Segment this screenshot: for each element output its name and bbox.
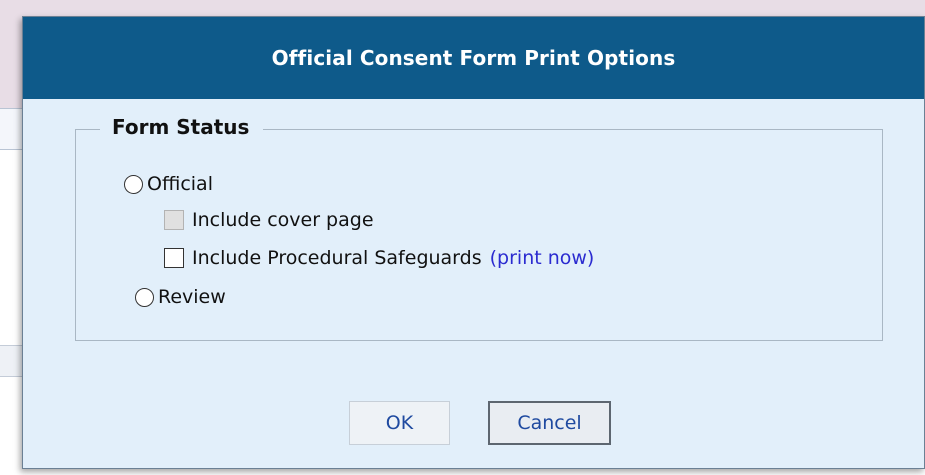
official-radio[interactable] — [124, 174, 143, 194]
review-option[interactable]: Review — [135, 286, 226, 308]
safeguards-label[interactable]: Include Procedural Safeguards — [192, 247, 482, 269]
review-label[interactable]: Review — [158, 286, 226, 308]
form-status-legend: Form Status — [100, 115, 264, 139]
dialog-titlebar: Official Consent Form Print Options — [23, 17, 924, 99]
cover-page-option: Include cover page — [164, 209, 374, 231]
safeguards-option[interactable]: Include Procedural Safeguards (print now… — [164, 247, 594, 269]
official-option[interactable]: Official — [124, 173, 213, 195]
dialog-title: Official Consent Form Print Options — [271, 46, 676, 70]
cover-page-label: Include cover page — [192, 209, 374, 231]
safeguards-checkbox[interactable] — [164, 248, 184, 268]
print-options-dialog: Official Consent Form Print Options Form… — [22, 16, 925, 469]
official-label[interactable]: Official — [147, 173, 213, 195]
ok-button[interactable]: OK — [349, 401, 450, 445]
form-status-fieldset: Form Status Official Include cover page … — [75, 115, 883, 341]
print-now-link[interactable]: (print now) — [490, 247, 595, 269]
cancel-button[interactable]: Cancel — [488, 401, 611, 445]
cover-page-checkbox — [164, 210, 184, 230]
review-radio[interactable] — [135, 287, 154, 307]
